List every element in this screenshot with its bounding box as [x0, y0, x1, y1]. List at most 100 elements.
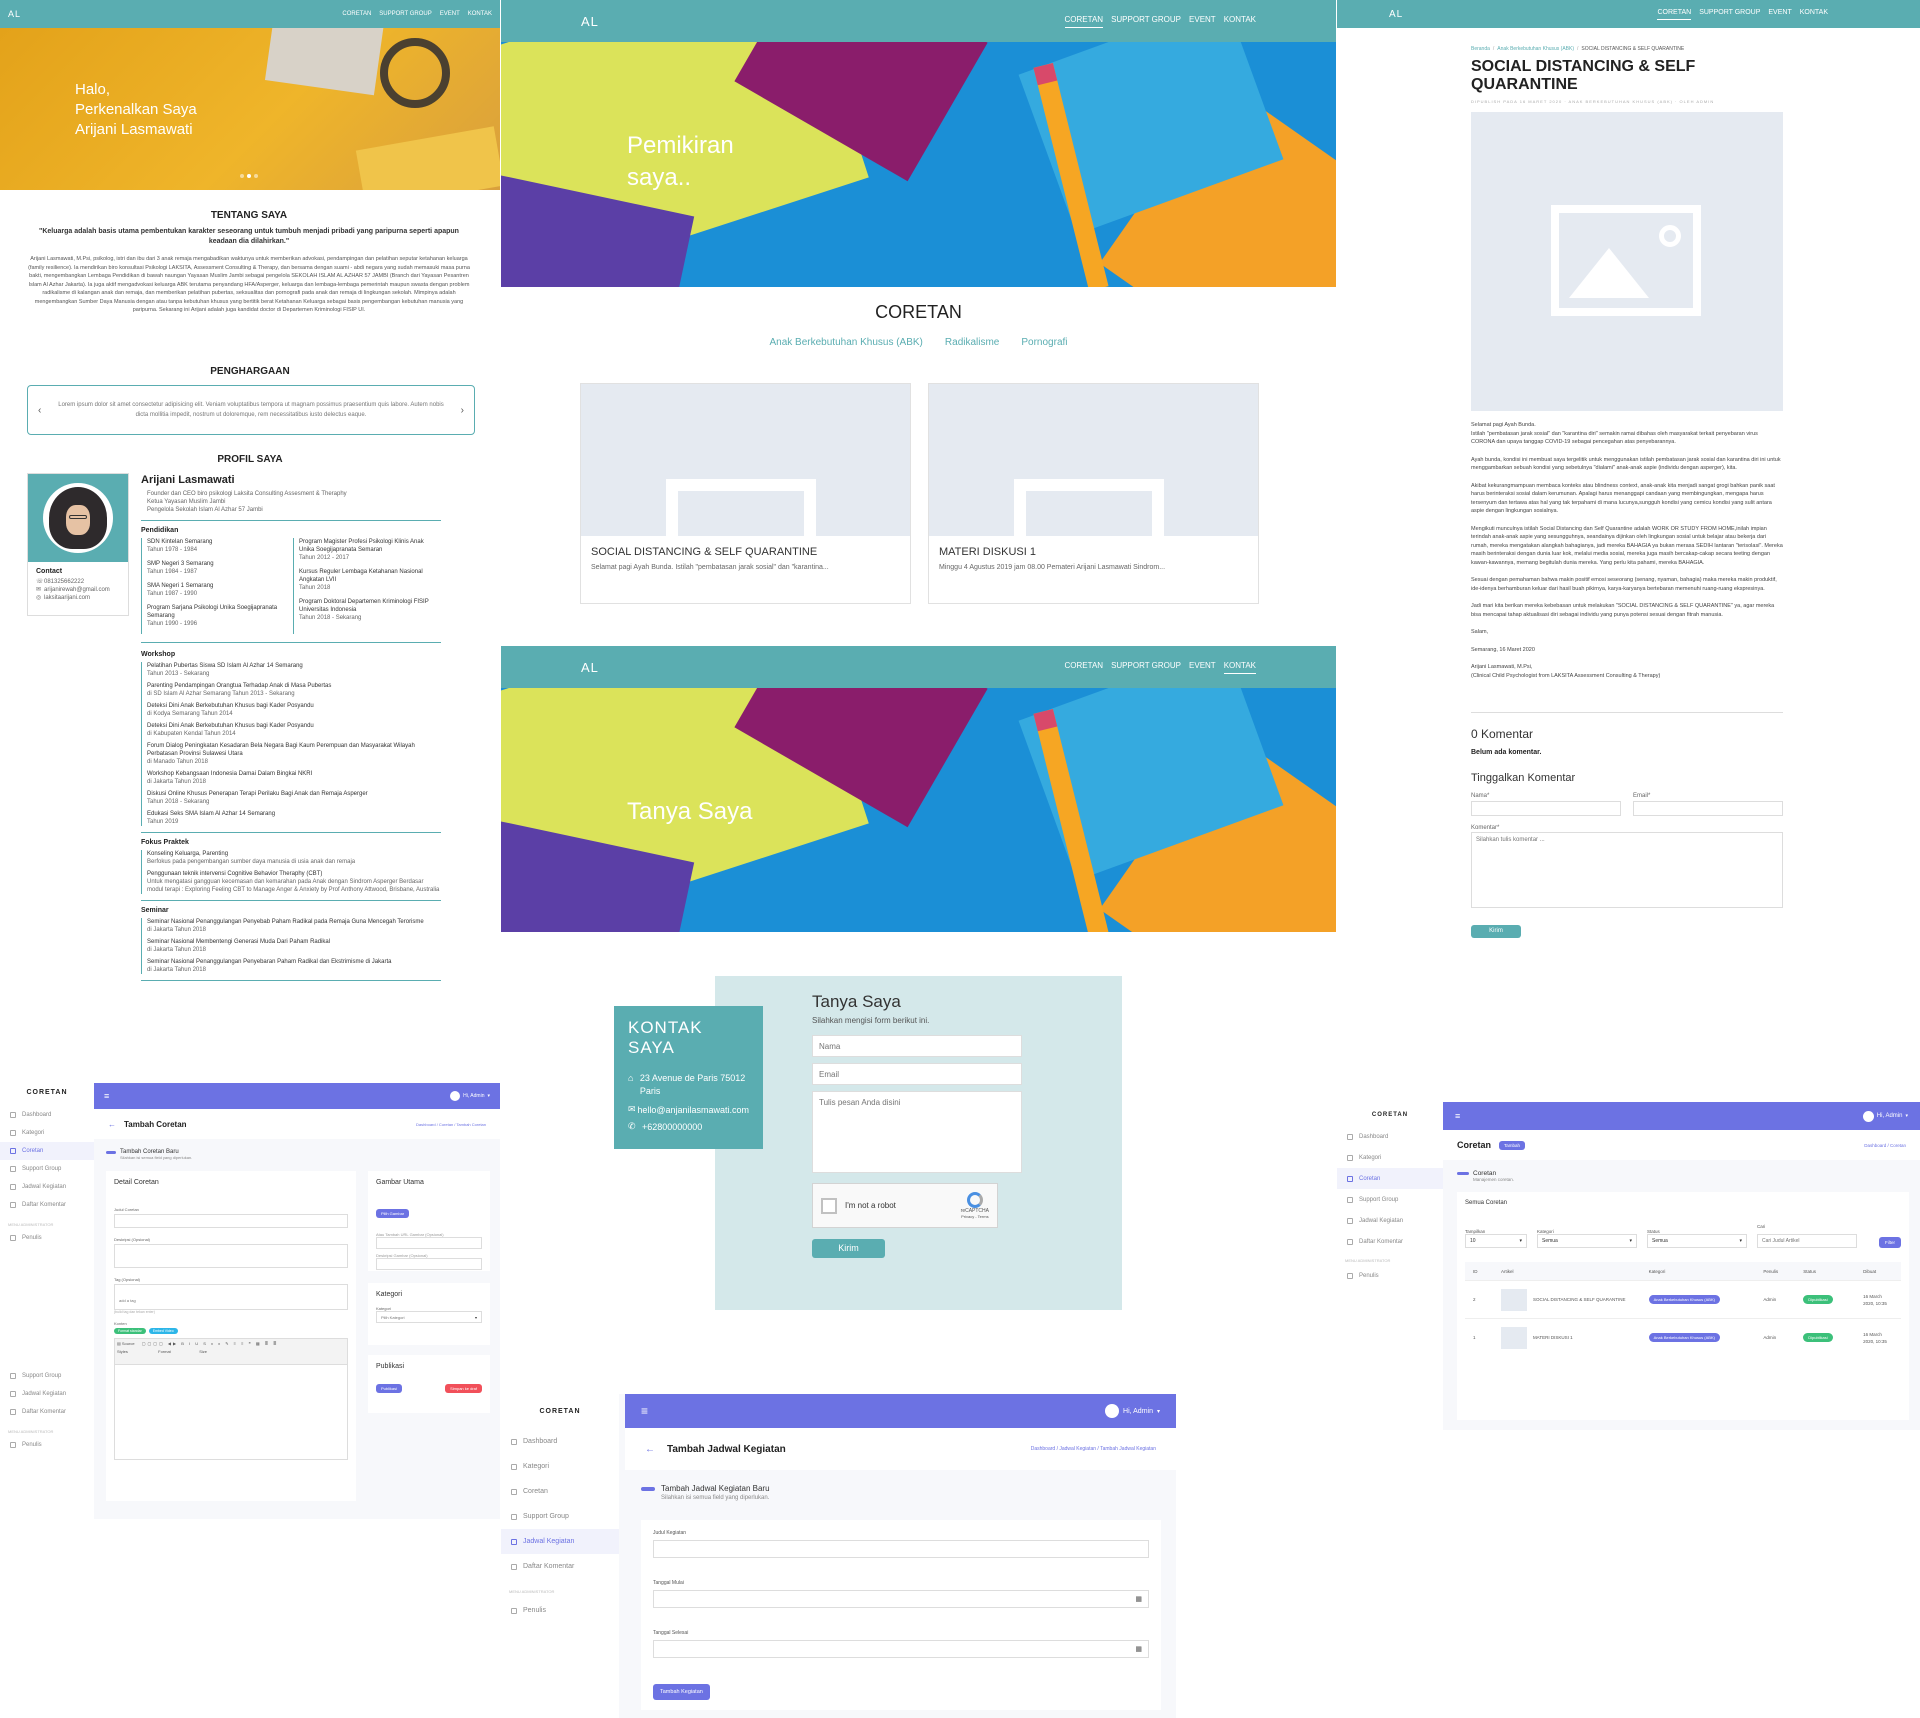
site-logo[interactable]: AL [8, 9, 21, 19]
menu-jadwal[interactable]: Jadwal Kegiatan [0, 1178, 94, 1196]
nav-kontak[interactable]: KONTAK [1224, 15, 1256, 28]
show-select[interactable]: 10 ▾ [1465, 1234, 1527, 1248]
menu-support-group[interactable]: Support Group [0, 1160, 94, 1178]
crumb-category[interactable]: Anak Berkebutuhan Khusus (ABK) [1497, 46, 1574, 52]
start-date-input[interactable]: ▦ [653, 1590, 1149, 1608]
user-menu[interactable]: Hi, Admin ▾ [1105, 1404, 1160, 1418]
site-logo[interactable]: AL [1389, 9, 1403, 20]
jadwal-title-input[interactable] [653, 1540, 1149, 1558]
url-input[interactable] [376, 1237, 482, 1249]
menu-kategori[interactable]: Kategori [1337, 1147, 1443, 1168]
menu-coretan[interactable]: Coretan [1337, 1168, 1443, 1189]
hamburger-icon[interactable]: ≡ [1455, 1111, 1460, 1121]
category-pornografi[interactable]: Pornografi [1021, 337, 1067, 348]
add-coretan-button[interactable]: Tambah [1499, 1140, 1526, 1150]
menu-dashboard[interactable]: Dashboard [501, 1429, 619, 1454]
menu-penulis[interactable]: Penulis [0, 1229, 94, 1247]
menu-support-group[interactable]: Support Group [1337, 1189, 1443, 1210]
embed-video-button[interactable]: Embed Video [148, 1328, 178, 1334]
article-card[interactable]: SOCIAL DISTANCING & SELF QUARANTINE Sela… [580, 383, 911, 604]
menu-komentar[interactable]: Daftar Komentar [1337, 1231, 1443, 1252]
submit-button[interactable]: Kirim [812, 1238, 885, 1258]
source-button[interactable]: ▤ Source [117, 1341, 135, 1346]
title-input[interactable] [114, 1214, 348, 1228]
format-select[interactable]: Format [158, 1349, 198, 1354]
nav-event[interactable]: EVENT [1768, 9, 1791, 20]
nav-kontak[interactable]: KONTAK [1800, 9, 1828, 20]
user-menu[interactable]: Hi, Admin ▾ [1862, 1110, 1908, 1122]
comment-email-input[interactable] [1633, 801, 1783, 816]
contact-email[interactable]: hello@anjanilasmawati.com [637, 1105, 749, 1115]
admin-brand[interactable]: CORETAN [501, 1394, 619, 1429]
table-row[interactable]: 1 MATERI DISKUSI 1 Anak Berkebutuhan Khu… [1465, 1318, 1901, 1356]
card-title[interactable]: MATERI DISKUSI 1 [929, 536, 1258, 564]
table-row[interactable]: 2 SOCIAL DISTANCING & SELF QUARANTINE An… [1465, 1280, 1901, 1318]
add-event-button[interactable]: Tambah Kegiatan [653, 1684, 710, 1700]
menu-coretan[interactable]: Coretan [501, 1479, 619, 1504]
save-draft-button[interactable]: Simpan ke draf [445, 1384, 482, 1393]
menu-kategori[interactable]: Kategori [0, 1124, 94, 1142]
contact-email[interactable]: arijanirewah@gmail.com [44, 586, 110, 594]
menu-penulis[interactable]: Penulis [0, 1436, 94, 1454]
status-select[interactable]: Semua ▾ [1647, 1234, 1747, 1248]
admin-brand[interactable]: CORETAN [1337, 1102, 1443, 1126]
carousel-indicators[interactable] [240, 174, 258, 178]
menu-coretan[interactable]: Coretan [0, 1142, 94, 1160]
category-select[interactable]: Semua ▾ [1537, 1234, 1637, 1248]
nav-coretan[interactable]: CORETAN [1657, 9, 1692, 20]
nav-coretan[interactable]: CORETAN [342, 11, 371, 17]
menu-jadwal[interactable]: Jadwal Kegiatan [1337, 1210, 1443, 1231]
admin-brand[interactable]: CORETAN [0, 1083, 94, 1106]
filter-button[interactable]: Filter [1879, 1237, 1901, 1248]
contact-web[interactable]: laksitaarijani.com [44, 594, 90, 602]
pick-image-button[interactable]: Pilih Gambar [376, 1209, 410, 1218]
end-date-input[interactable]: ▦ [653, 1640, 1149, 1658]
user-menu[interactable]: Hi, Admin ▾ [450, 1091, 490, 1101]
publish-button[interactable]: Publikasi [376, 1384, 403, 1393]
nav-coretan[interactable]: CORETAN [1065, 661, 1104, 674]
site-logo[interactable]: AL [581, 14, 599, 29]
menu-support-group[interactable]: Support Group [501, 1504, 619, 1529]
menu-jadwal[interactable]: Jadwal Kegiatan [0, 1385, 94, 1403]
crumb-home[interactable]: Beranda [1471, 46, 1490, 52]
nav-support-group[interactable]: SUPPORT GROUP [1111, 15, 1181, 28]
back-arrow-icon[interactable]: ← [645, 1444, 655, 1455]
category-abk[interactable]: Anak Berkebutuhan Khusus (ABK) [769, 337, 922, 348]
styles-select[interactable]: Styles [117, 1349, 157, 1354]
desc-textarea[interactable] [114, 1244, 348, 1268]
message-textarea[interactable] [812, 1091, 1022, 1173]
menu-support-group[interactable]: Support Group [0, 1367, 94, 1385]
chevron-right-icon[interactable]: › [461, 405, 464, 416]
menu-komentar[interactable]: Daftar Komentar [501, 1554, 619, 1579]
nav-kontak[interactable]: KONTAK [1223, 661, 1256, 674]
img-desc-input[interactable] [376, 1258, 482, 1270]
recaptcha-checkbox[interactable] [821, 1197, 837, 1214]
menu-penulis[interactable]: Penulis [501, 1598, 619, 1623]
email-input[interactable] [812, 1063, 1022, 1085]
menu-kategori[interactable]: Kategori [501, 1454, 619, 1479]
cell-title[interactable]: MATERI DISKUSI 1 [1533, 1335, 1643, 1340]
category-select[interactable]: Pilih Kategori ▾ [376, 1311, 482, 1323]
menu-penulis[interactable]: Penulis [1337, 1265, 1443, 1286]
rich-text-editor[interactable]: ▤ Source ▢▢▢▢ ◀▶ B I U S x x ✎ ≡ ≡ ❝ ▦ ≣… [114, 1338, 348, 1460]
comment-name-input[interactable] [1471, 801, 1621, 816]
contact-phone[interactable]: +62800000000 [642, 1122, 702, 1132]
category-radikalisme[interactable]: Radikalisme [945, 337, 999, 348]
menu-komentar[interactable]: Daftar Komentar [0, 1403, 94, 1421]
nav-event[interactable]: EVENT [440, 11, 460, 17]
nav-support-group[interactable]: SUPPORT GROUP [1111, 661, 1181, 674]
nav-support-group[interactable]: SUPPORT GROUP [379, 11, 431, 17]
calendar-icon[interactable]: ▦ [1135, 1645, 1142, 1653]
menu-jadwal[interactable]: Jadwal Kegiatan [501, 1529, 619, 1554]
nav-event[interactable]: EVENT [1189, 661, 1216, 674]
card-title[interactable]: SOCIAL DISTANCING & SELF QUARANTINE [581, 536, 910, 564]
back-arrow-icon[interactable]: ← [108, 1120, 116, 1129]
nav-support-group[interactable]: SUPPORT GROUP [1699, 9, 1760, 20]
menu-komentar[interactable]: Daftar Komentar [0, 1196, 94, 1214]
hamburger-icon[interactable]: ≡ [641, 1404, 648, 1418]
menu-dashboard[interactable]: Dashboard [0, 1106, 94, 1124]
recaptcha-widget[interactable]: I'm not a robot reCAPTCHA Privacy - Term… [812, 1183, 998, 1228]
size-select[interactable]: Size [199, 1349, 229, 1354]
nav-coretan[interactable]: CORETAN [1064, 15, 1104, 28]
editor-tools[interactable]: ▢▢▢▢ ◀▶ B I U S x x ✎ ≡ ≡ ❝ ▦ ≣ ≣ [142, 1341, 279, 1346]
